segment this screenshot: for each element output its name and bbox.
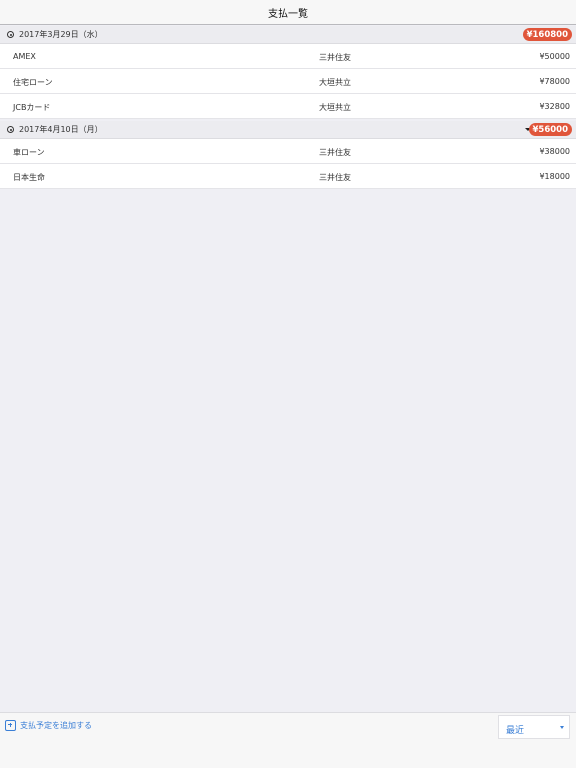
- payment-name: 住宅ローン: [13, 78, 53, 87]
- payment-name: 車ローン: [13, 148, 45, 157]
- section-date: 2017年4月10日（月）: [19, 125, 103, 134]
- payment-bank: 大垣共立: [319, 103, 351, 112]
- table-row[interactable]: 車ローン 三井住友 ¥38000: [0, 139, 576, 164]
- payment-bank: 三井住友: [319, 148, 351, 157]
- table-row[interactable]: 住宅ローン 大垣共立 ¥78000: [0, 69, 576, 94]
- payment-bank: 大垣共立: [319, 78, 351, 87]
- payment-name: 日本生命: [13, 173, 45, 182]
- add-payment-button[interactable]: 支払予定を追加する: [5, 718, 92, 732]
- payment-bank: 三井住友: [319, 173, 351, 182]
- table-row[interactable]: AMEX 三井住友 ¥50000: [0, 44, 576, 69]
- section-header[interactable]: 2017年3月29日（水） ¥160800: [0, 26, 576, 44]
- payment-amount: ¥32800: [539, 102, 570, 111]
- table-row[interactable]: JCBカード 大垣共立 ¥32800: [0, 94, 576, 119]
- plus-icon: [5, 719, 16, 731]
- payment-amount: ¥18000: [539, 172, 570, 181]
- payment-name: AMEX: [13, 52, 36, 61]
- dropdown-arrow-icon: [560, 726, 564, 729]
- payment-amount: ¥50000: [539, 52, 570, 61]
- sort-select-value: 最近: [506, 726, 525, 736]
- section-date: 2017年3月29日（水）: [19, 30, 103, 39]
- payment-amount: ¥78000: [539, 77, 570, 86]
- radio-icon: [7, 31, 14, 38]
- payment-name: JCBカード: [13, 103, 51, 112]
- sort-select[interactable]: 最近: [498, 715, 570, 739]
- radio-icon: [7, 126, 14, 133]
- add-payment-label: 支払予定を追加する: [20, 720, 92, 730]
- section-total-badge: ¥160800: [522, 28, 572, 41]
- bottom-toolbar: 支払予定を追加する 最近: [0, 712, 576, 768]
- navigation-bar: 支払一覧: [0, 0, 576, 25]
- payment-amount: ¥38000: [539, 147, 570, 156]
- section-total-badge: ¥56000: [528, 123, 572, 136]
- table-row[interactable]: 日本生命 三井住友 ¥18000: [0, 164, 576, 189]
- payment-bank: 三井住友: [319, 53, 351, 62]
- section-header[interactable]: 2017年4月10日（月） ¥56000: [0, 121, 576, 139]
- page-title: 支払一覧: [268, 8, 308, 20]
